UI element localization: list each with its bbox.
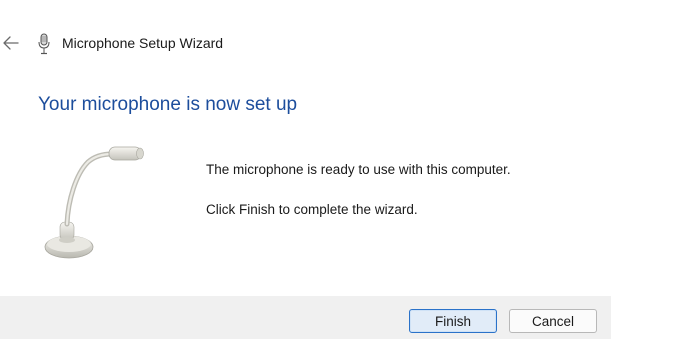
- wizard-header: Microphone Setup Wizard: [0, 28, 693, 60]
- desk-microphone-illustration: [44, 146, 144, 259]
- finish-button[interactable]: Finish: [409, 309, 497, 333]
- back-button[interactable]: [0, 32, 22, 54]
- page-heading: Your microphone is now set up: [38, 94, 298, 115]
- window-title: Microphone Setup Wizard: [62, 35, 224, 51]
- ready-message: The microphone is ready to use with this…: [206, 162, 511, 177]
- finish-instruction: Click Finish to complete the wizard.: [206, 202, 418, 217]
- back-arrow-icon: [3, 36, 19, 50]
- button-bar: Finish Cancel: [0, 296, 611, 339]
- microphone-setup-wizard: Microphone Setup Wizard Your microphone …: [0, 0, 693, 339]
- microphone-icon: [38, 33, 50, 55]
- cancel-button[interactable]: Cancel: [509, 309, 597, 333]
